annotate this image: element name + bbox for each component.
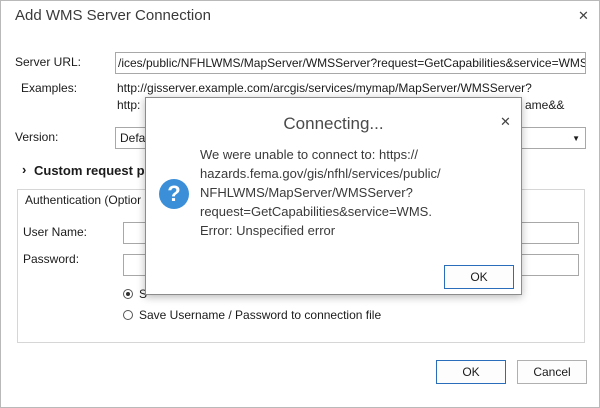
message-line: NFHLWMS/MapServer/WMSServer? [200,185,413,200]
examples-label: Examples: [21,81,78,95]
modal-title: Connecting... [283,114,384,133]
version-value: Defa [120,131,146,145]
close-icon[interactable]: ✕ [578,9,589,22]
radio-save-credentials-label: Save Username / Password to connection f… [139,308,382,322]
modal-close-icon[interactable]: ✕ [500,115,511,128]
chevron-down-icon: ▼ [572,134,580,143]
server-url-label: Server URL: [15,55,82,69]
question-icon: ? [159,179,189,209]
message-line: We were unable to connect to: https:// [200,147,418,162]
example-url-2-start: http: [117,98,141,112]
message-line: request=GetCapabilities&service=WMS. [200,204,432,219]
ok-button[interactable]: OK [436,360,506,384]
message-line: Error: Unspecified error [200,223,336,238]
chevron-right-icon[interactable]: › [22,162,26,177]
server-url-value: /ices/public/NFHLWMS/MapServer/WMSServer… [118,56,586,70]
dialog-title: Add WMS Server Connection [15,7,211,24]
username-label: User Name: [23,225,88,239]
modal-ok-button[interactable]: OK [444,265,514,289]
modal-message: We were unable to connect to: https:// h… [200,145,500,240]
example-url-1: http://gisserver.example.com/arcgis/serv… [117,81,532,95]
radio-option-1[interactable] [123,289,133,299]
authentication-label: Authentication (Optior [25,193,142,207]
connecting-modal: Connecting... ✕ ? We were unable to conn… [145,97,522,295]
custom-request-toggle[interactable]: Custom request pa [34,163,152,178]
message-line: hazards.fema.gov/gis/nfhl/services/publi… [200,166,441,181]
example-url-2-end: ame&& [525,98,565,112]
cancel-button[interactable]: Cancel [517,360,587,384]
radio-save-credentials[interactable] [123,310,133,320]
server-url-input[interactable]: /ices/public/NFHLWMS/MapServer/WMSServer… [115,52,586,74]
version-label: Version: [15,130,59,144]
password-label: Password: [23,252,80,266]
